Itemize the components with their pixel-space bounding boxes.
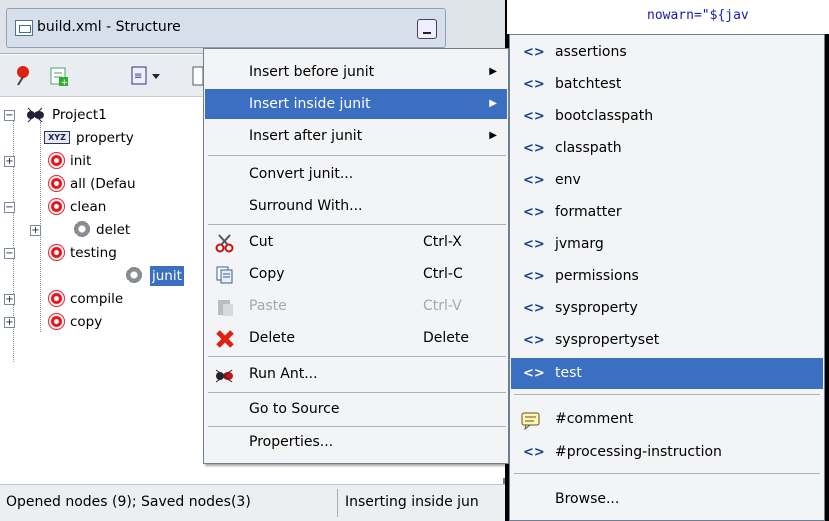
submenu-item-jvmarg[interactable]: <> jvmarg <box>511 229 823 260</box>
tree-node-label: all (Defau <box>70 176 136 192</box>
structure-tab-icon <box>15 20 33 36</box>
comment-icon <box>521 411 541 431</box>
target-icon <box>48 152 65 169</box>
menu-item-delete[interactable]: Delete Delete <box>205 323 507 353</box>
submenu-item-processing-instruction[interactable]: <> #processing-instruction <box>511 437 823 468</box>
context-menu: Insert before junit ▶ Insert inside junit… <box>203 48 509 464</box>
tree-node-junit[interactable]: junit <box>70 265 210 287</box>
run-ant-icon <box>213 366 235 384</box>
panel-titlebar: build.xml - Structure <box>0 0 505 54</box>
menu-item-insert-inside[interactable]: Insert inside junit ▶ <box>205 89 507 119</box>
tree-node-label: copy <box>70 314 103 330</box>
tree-node-property[interactable]: XYZ property <box>40 127 210 149</box>
tree-node-init[interactable]: + init <box>4 150 204 172</box>
tree-node-label: junit <box>150 266 184 286</box>
pin-icon[interactable] <box>12 65 34 87</box>
menu-item-surround-with[interactable]: Surround With... <box>205 191 507 221</box>
svg-text:≡: ≡ <box>134 71 142 82</box>
submenu-item-batchtest[interactable]: <> batchtest <box>511 69 823 100</box>
gear-icon <box>126 267 142 283</box>
submenu-item-comment[interactable]: #comment <box>511 404 823 435</box>
add-property-icon[interactable]: + <box>48 65 70 88</box>
filter-icon[interactable]: ≡ <box>130 65 160 87</box>
submenu-arrow-icon: ▶ <box>489 66 497 77</box>
submenu-item-syspropertyset[interactable]: <> syspropertyset <box>511 325 823 356</box>
element-tag-icon: <> <box>523 141 545 156</box>
menu-item-insert-after[interactable]: Insert after junit ▶ <box>205 121 507 151</box>
tree-node-testing[interactable]: − testing <box>4 242 204 264</box>
submenu-item-browse[interactable]: Browse... <box>511 484 823 515</box>
submenu-item-permissions[interactable]: <> permissions <box>511 261 823 292</box>
status-action: Inserting inside jun <box>345 494 479 510</box>
tree-node-label: property <box>76 130 134 146</box>
menu-item-convert[interactable]: Convert junit... <box>205 159 507 189</box>
paste-icon <box>215 297 235 317</box>
scissors-icon <box>215 233 235 253</box>
menu-item-insert-before[interactable]: Insert before junit ▶ <box>205 57 507 87</box>
element-tag-icon: <> <box>523 109 545 124</box>
gear-icon <box>74 221 90 237</box>
copy-icon <box>215 265 235 285</box>
submenu-item-assertions[interactable]: <> assertions <box>511 37 823 68</box>
element-tag-icon: <> <box>523 445 545 460</box>
editor-area[interactable]: nowarn="${jav <box>507 0 829 34</box>
tree-node-label: init <box>70 153 92 169</box>
menu-item-properties[interactable]: Properties... <box>205 427 507 457</box>
tree-node-label: clean <box>70 199 107 215</box>
tree-node-label: compile <box>70 291 124 307</box>
tree-node-label: delet <box>96 222 131 238</box>
element-tag-icon: <> <box>523 269 545 284</box>
target-icon <box>48 175 65 192</box>
target-icon <box>48 198 65 215</box>
submenu-item-bootclasspath[interactable]: <> bootclasspath <box>511 101 823 132</box>
ant-icon <box>24 106 46 124</box>
element-tag-icon: <> <box>523 301 545 316</box>
menu-item-cut[interactable]: Cut Ctrl-X <box>205 227 507 257</box>
submenu-item-test[interactable]: <> test <box>511 358 823 389</box>
editor-code-line: nowarn="${jav <box>647 8 749 23</box>
element-tag-icon: <> <box>523 77 545 92</box>
tree-node-label: testing <box>70 245 117 261</box>
element-tag-icon: <> <box>523 45 545 60</box>
tree-node-label: Project1 <box>52 107 107 123</box>
target-icon <box>48 244 65 261</box>
tab-build-structure[interactable]: build.xml - Structure <box>6 8 446 48</box>
submenu-arrow-icon: ▶ <box>489 98 497 109</box>
menu-item-copy[interactable]: Copy Ctrl-C <box>205 259 507 289</box>
submenu-item-env[interactable]: <> env <box>511 165 823 196</box>
tree-node-copy[interactable]: + copy <box>4 311 204 333</box>
menu-item-go-to-source[interactable]: Go to Source <box>205 394 507 424</box>
element-tag-icon: <> <box>523 205 545 220</box>
svg-text:+: + <box>61 78 69 87</box>
target-icon <box>48 313 65 330</box>
submenu-item-sysproperty[interactable]: <> sysproperty <box>511 293 823 324</box>
tab-title: build.xml - Structure <box>37 19 181 35</box>
element-tag-icon: <> <box>523 173 545 188</box>
submenu-item-formatter[interactable]: <> formatter <box>511 197 823 228</box>
tree-node-all[interactable]: all (Defau <box>40 173 210 195</box>
tree-node-compile[interactable]: + compile <box>4 288 204 310</box>
submenu-item-classpath[interactable]: <> classpath <box>511 133 823 164</box>
tree-node-project[interactable]: − Project1 <box>4 104 204 126</box>
element-tag-icon: <> <box>523 237 545 252</box>
status-nodes: Opened nodes (9); Saved nodes(3) <box>6 494 251 510</box>
delete-icon <box>215 329 235 349</box>
menu-item-paste[interactable]: Paste Ctrl-V <box>205 291 507 321</box>
tree-node-clean[interactable]: − clean <box>4 196 204 218</box>
element-tag-icon: <> <box>523 333 545 348</box>
tree-node-delete[interactable]: + delet <box>30 219 210 241</box>
target-icon <box>48 290 65 307</box>
minimize-button[interactable] <box>417 19 437 39</box>
status-bar: Opened nodes (9); Saved nodes(3) Inserti… <box>0 484 505 521</box>
xyz-icon: XYZ <box>44 131 70 144</box>
element-tag-icon: <> <box>523 366 545 381</box>
insert-inside-submenu: <> assertions <> batchtest <> bootclasspath… <box>509 34 825 521</box>
submenu-arrow-icon: ▶ <box>489 130 497 141</box>
menu-item-run-ant[interactable]: Run Ant... <box>205 359 507 389</box>
